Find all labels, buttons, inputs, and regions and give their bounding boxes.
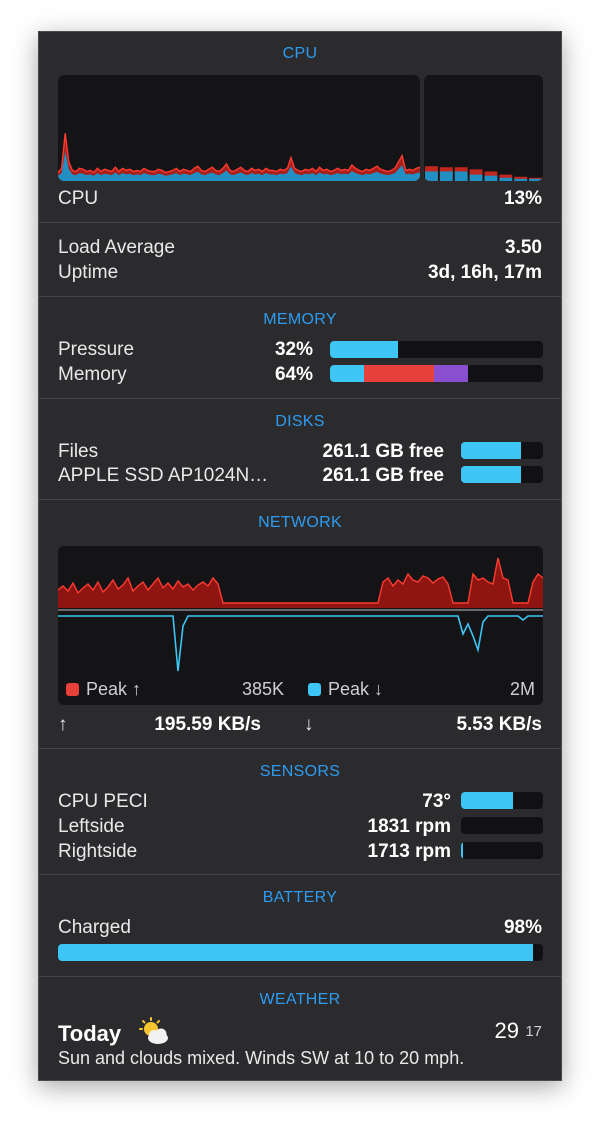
pressure-bar [330,341,543,358]
legend-download: Peak ↓ [308,679,383,700]
disk-bar-fill [461,466,521,483]
disk-value-files: 261.1 GB free [322,441,444,462]
disk-value-ssd: 261.1 GB free [322,465,444,486]
sun-cloud-icon [139,1017,168,1044]
sensor-bar-fill [461,792,513,809]
download-arrow-icon: ↓ [304,714,314,735]
cpu-core-user-bar [514,178,528,181]
upload-arrow-icon: ↑ [58,714,68,735]
legend-upload: Peak ↑ [66,679,141,700]
cpu-core-user-bar [454,171,468,181]
memory-bar-segment [364,365,435,382]
memory-bar [330,365,543,382]
sensors-header: SENSORS [259,763,341,780]
legend-download-label: Peak ↓ [328,679,384,699]
divider [39,499,561,500]
upload-rate: 195.59 KB/s [154,714,261,735]
sensor-value-leftside: 1831 rpm [367,816,451,837]
cpu-history-graph [58,75,420,181]
divider [39,976,561,977]
divider [39,296,561,297]
cpu-core-user-bar [425,171,438,181]
disk-label-files: Files [58,441,99,462]
battery-bar-fill [58,944,534,961]
sensor-label-leftside: Leftside [58,816,125,837]
cpu-core-user-bar [469,174,483,181]
divider [39,874,561,875]
sensor-value-cpu-peci: 73° [422,791,451,812]
load-average-label: Load Average [58,237,175,258]
disk-bar-ssd [461,466,543,483]
cpu-core-user-bar [529,178,542,181]
pressure-label: Pressure [58,339,135,360]
weather-summary: Sun and clouds mixed. Winds SW at 10 to … [58,1048,465,1068]
disks-header: DISKS [275,413,325,430]
memory-bar-segment [434,365,469,382]
sensor-bar-leftside [461,817,543,834]
download-line [58,615,543,672]
sensor-label-cpu-peci: CPU PECI [58,791,148,812]
upload-area [58,558,543,608]
cpu-cores-chart [425,166,542,181]
legend-upload-label: Peak ↑ [86,679,142,699]
cpu-history-chart [58,133,420,181]
divider [39,748,561,749]
pressure-value: 32% [274,339,313,360]
load-average-value: 3.50 [505,237,542,258]
battery-value: 98% [503,917,542,938]
cpu-core-user-bar [484,175,498,181]
cpu-header: CPU [282,45,318,62]
divider [39,398,561,399]
sensor-bar-rightside [461,842,543,859]
disk-bar-fill [461,442,521,459]
uptime-value: 3d, 16h, 17m [427,262,542,283]
battery-label: Charged [58,917,131,938]
cpu-core-user-bar [439,171,453,181]
sensor-bar-fill [461,842,463,859]
memory-bar-segment [330,365,365,382]
cpu-line [58,133,420,174]
weather-day: Today [58,1021,122,1046]
memory-value: 64% [274,364,313,385]
legend-download-peak: 2M [509,679,535,699]
cpu-value: 13% [503,188,542,209]
download-swatch [308,683,321,696]
cpu-core-user-bar [499,177,513,181]
uptime-label: Uptime [58,262,119,283]
cpu-label: CPU [58,188,99,209]
cpu-cores-graph [424,75,543,181]
disk-label-ssd: APPLE SSD AP1024N… [58,465,269,486]
sensor-label-rightside: Rightside [58,841,138,862]
weather-header: WEATHER [259,991,341,1008]
divider [39,222,561,223]
weather-high: 29 [494,1018,519,1043]
download-rate: 5.53 KB/s [456,714,542,735]
network-graph: Peak ↑ 385K Peak ↓ 2M [58,546,543,705]
istat-menu-panel: CPU CPU 13% Load Average 3.50 Uptime 3d,… [38,31,562,1081]
disk-bar-files [461,442,543,459]
memory-header: MEMORY [263,311,337,328]
weather-low: 17 [525,1023,542,1040]
battery-bar [58,944,543,961]
pressure-bar-fill [330,341,399,358]
battery-header: BATTERY [262,889,338,906]
sensor-value-rightside: 1713 rpm [367,841,451,862]
legend-upload-peak: 385K [242,679,285,699]
cpu-user-area [58,151,420,181]
network-header: NETWORK [258,514,342,531]
sensor-bar-cpu-peci [461,792,543,809]
memory-label: Memory [58,364,127,385]
upload-swatch [66,683,79,696]
